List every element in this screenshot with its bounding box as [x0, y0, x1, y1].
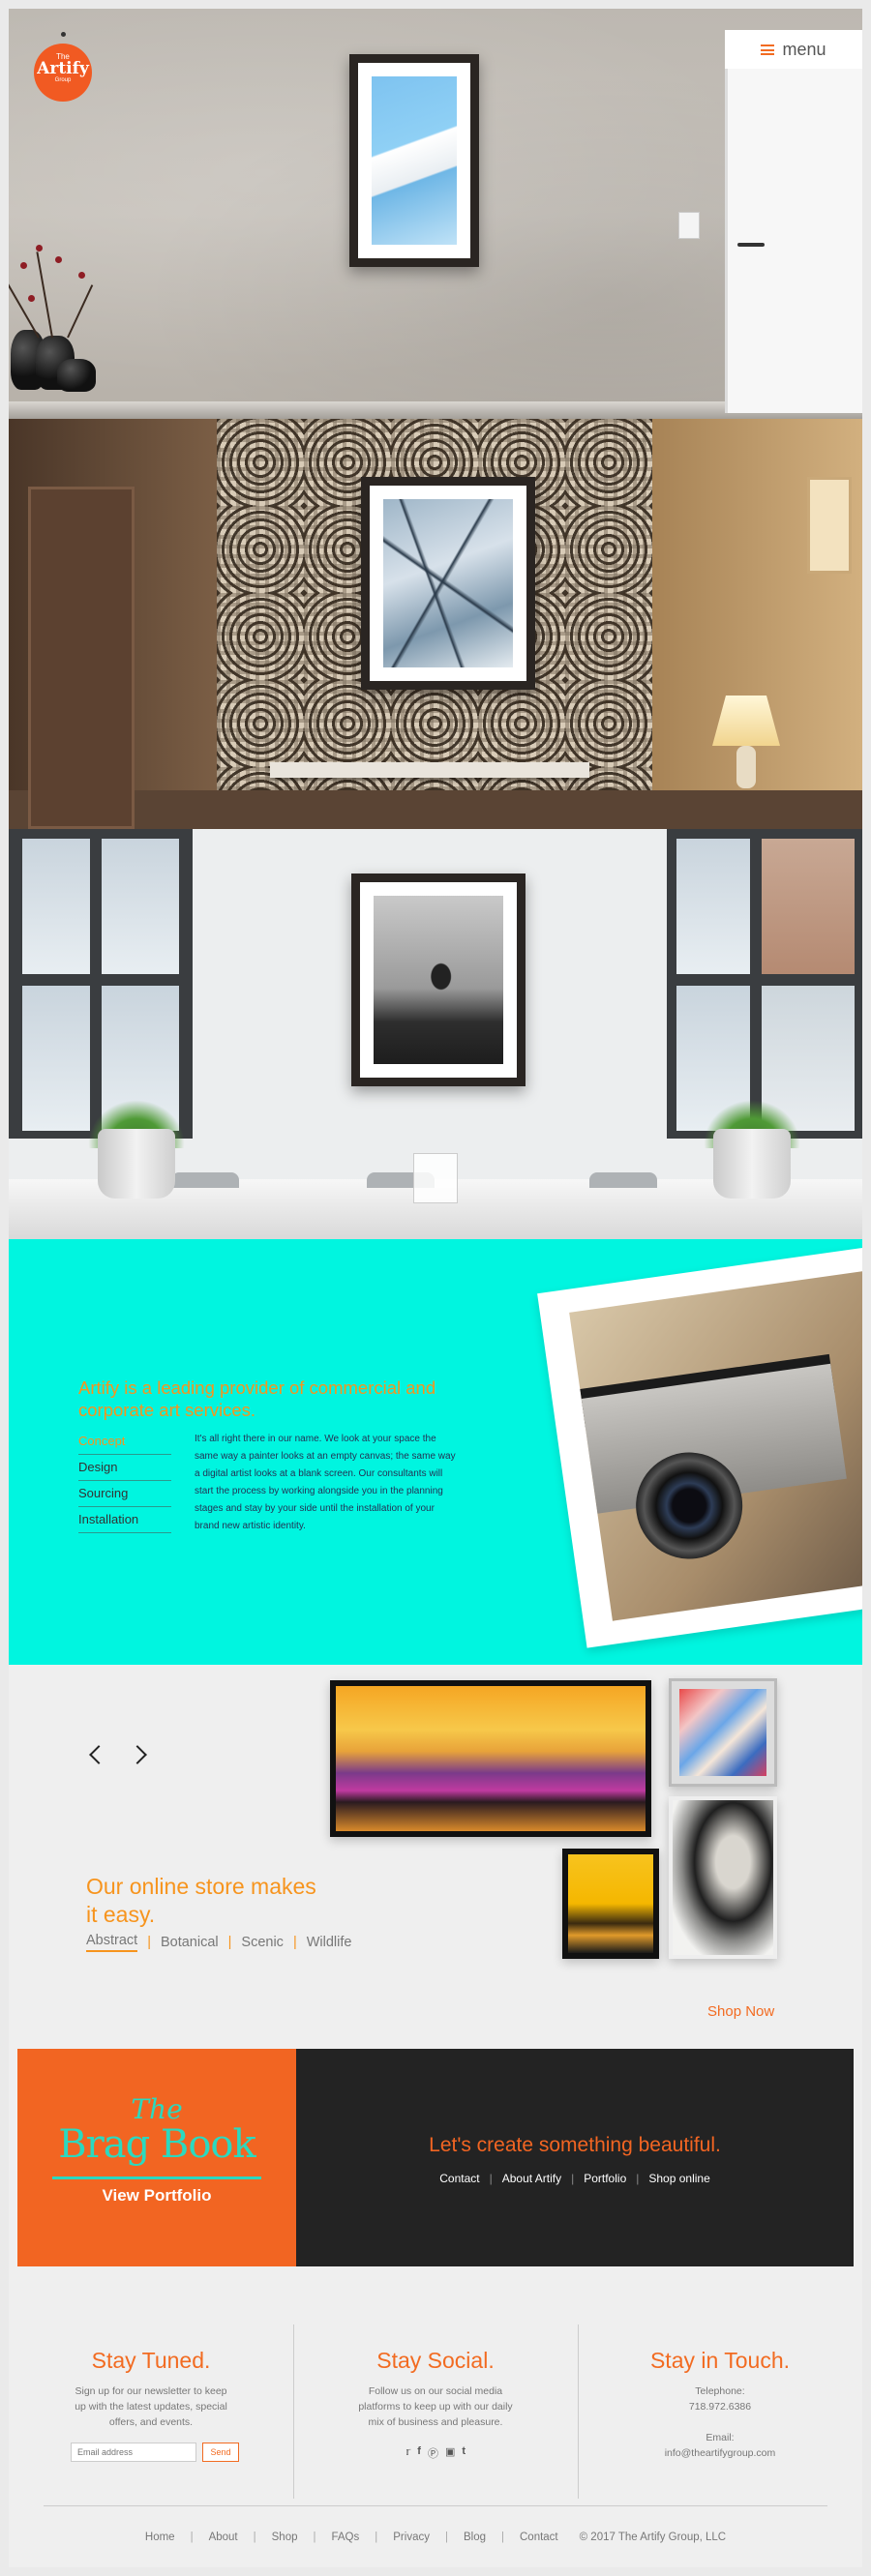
store-heading: Our online store makes it easy. — [86, 1874, 316, 1927]
social-icons: 𝕣 f Ⓟ ▣ t — [293, 2445, 578, 2461]
logo-name: Artify — [37, 59, 89, 78]
brag-title-small: The — [131, 2093, 183, 2125]
artify-logo[interactable]: The Artify Group — [34, 32, 92, 102]
stay-social-column: Stay Social. Follow us on our social med… — [293, 2311, 578, 2460]
instagram-icon[interactable]: ▣ — [445, 2445, 455, 2461]
white-door — [725, 30, 862, 413]
menu-button[interactable]: menu — [725, 30, 862, 69]
footer-link-privacy[interactable]: Privacy — [393, 2532, 430, 2543]
camera-photo — [537, 1242, 862, 1648]
hero-frame-architecture — [349, 54, 479, 267]
category-abstract[interactable]: Abstract — [86, 1933, 138, 1952]
about-heading: Artify is a leading provider of commerci… — [78, 1377, 436, 1420]
brag-book-banner: The Brag Book View Portfolio Let's creat… — [17, 2049, 854, 2266]
store-art-swirl[interactable] — [669, 1678, 777, 1787]
store-section: Our online store makes it easy. Abstract… — [9, 1665, 862, 2052]
store-art-sunset[interactable] — [330, 1680, 651, 1837]
telephone-label: Telephone: — [695, 2385, 745, 2397]
email-value[interactable]: info@theartifygroup.com — [665, 2447, 776, 2459]
stay-social-text: Follow us on our social media platforms … — [358, 2385, 513, 2428]
email-label: Email: — [706, 2432, 735, 2443]
cta-heading: Let's create something beautiful. — [429, 2134, 721, 2156]
store-categories: Abstract | Botanical | Scenic | Wildlife — [86, 1933, 352, 1952]
link-portfolio[interactable]: Portfolio — [584, 2172, 626, 2185]
hero-room-pattern — [9, 419, 862, 829]
link-about-artify[interactable]: About Artify — [502, 2172, 561, 2185]
footer-link-home[interactable]: Home — [145, 2532, 175, 2543]
brag-title-large: Brag Book — [58, 2122, 255, 2167]
stay-in-touch-column: Stay in Touch. Telephone: 718.972.6386 E… — [578, 2311, 862, 2461]
about-body: It's all right there in our name. We loo… — [195, 1434, 456, 1531]
tumblr-icon[interactable]: t — [462, 2445, 466, 2461]
hero-room-white — [9, 829, 862, 1239]
newsletter-send-button[interactable]: Send — [202, 2443, 239, 2462]
light-switch — [678, 212, 700, 239]
service-design[interactable]: Design — [78, 1455, 171, 1481]
footer-columns: Stay Tuned. Sign up for our newsletter t… — [9, 2311, 862, 2504]
prev-arrow-icon[interactable] — [89, 1745, 108, 1764]
footer-link-faqs[interactable]: FAQs — [332, 2532, 360, 2543]
hero-frame-geometric — [361, 477, 535, 690]
newsletter-email-input[interactable] — [71, 2443, 196, 2462]
about-section: Artify is a leading provider of commerci… — [9, 1239, 862, 1665]
footer-link-contact[interactable]: Contact — [520, 2532, 558, 2543]
pinterest-icon[interactable]: Ⓟ — [428, 2445, 438, 2461]
view-portfolio-button[interactable]: View Portfolio — [17, 2186, 296, 2206]
stay-tuned-column: Stay Tuned. Sign up for our newsletter t… — [9, 2311, 293, 2462]
stay-social-title: Stay Social. — [376, 2348, 495, 2373]
stay-tuned-text: Sign up for our newsletter to keep up wi… — [75, 2385, 227, 2428]
brag-book-panel: The Brag Book View Portfolio — [17, 2049, 296, 2266]
service-sourcing[interactable]: Sourcing — [78, 1481, 171, 1507]
services-nav: Concept Design Sourcing Installation — [78, 1429, 171, 1533]
service-concept[interactable]: Concept — [78, 1429, 171, 1455]
telephone-value[interactable]: 718.972.6386 — [689, 2401, 751, 2413]
footer-link-about[interactable]: About — [209, 2532, 238, 2543]
service-installation[interactable]: Installation — [78, 1507, 171, 1533]
store-art-yellow[interactable] — [562, 1849, 659, 1959]
link-shop-online[interactable]: Shop online — [648, 2172, 709, 2185]
category-scenic[interactable]: Scenic — [241, 1935, 284, 1950]
cta-panel: Let's create something beautiful. Contac… — [296, 2049, 854, 2266]
copyright: © 2017 The Artify Group, LLC — [579, 2532, 727, 2543]
menu-label: menu — [782, 39, 826, 59]
next-arrow-icon[interactable] — [128, 1745, 147, 1764]
footer-link-shop[interactable]: Shop — [272, 2532, 298, 2543]
footer-link-blog[interactable]: Blog — [464, 2532, 486, 2543]
hero-frame-silhouette — [351, 873, 526, 1086]
twitter-icon[interactable]: 𝕣 — [405, 2445, 410, 2461]
footer-nav: Home | About | Shop | FAQs | Privacy | Blog | … — [144, 2532, 727, 2543]
facebook-icon[interactable]: f — [417, 2445, 421, 2461]
category-wildlife[interactable]: Wildlife — [307, 1935, 352, 1950]
shop-now-link[interactable]: Shop Now — [707, 2003, 774, 2020]
page: The Artify Group menu Artify is a leadin… — [9, 9, 862, 2567]
category-botanical[interactable]: Botanical — [161, 1935, 219, 1950]
stay-in-touch-title: Stay in Touch. — [649, 2348, 791, 2373]
stay-tuned-title: Stay Tuned. — [91, 2348, 211, 2373]
cta-links: Contact | About Artify | Portfolio | Sho… — [439, 2172, 710, 2185]
hamburger-icon — [761, 44, 775, 55]
store-art-brush[interactable] — [669, 1796, 777, 1959]
hero-room-concrete — [9, 9, 862, 419]
link-contact[interactable]: Contact — [439, 2172, 479, 2185]
